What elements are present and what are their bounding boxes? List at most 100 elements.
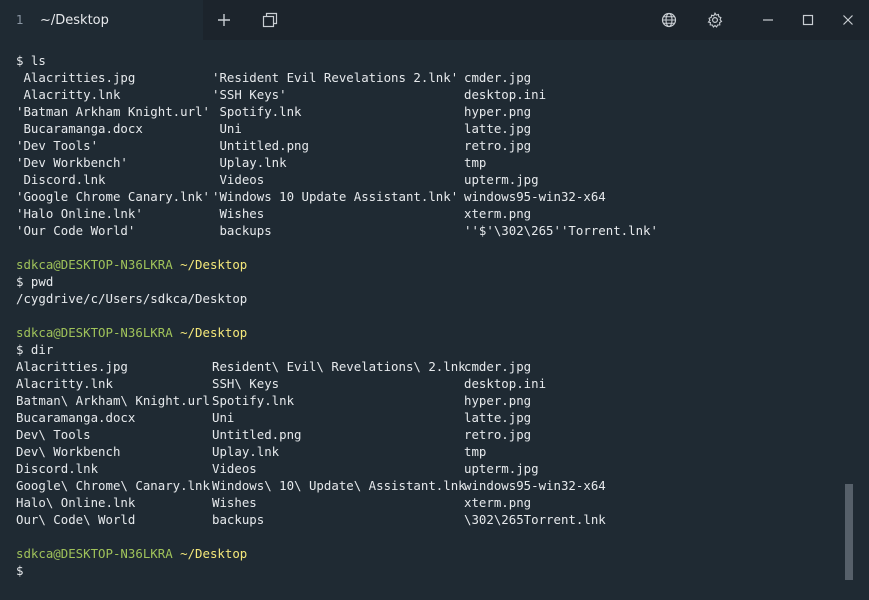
file-entry: tmp bbox=[464, 444, 487, 459]
file-entry: 'Google Chrome Canary.lnk' bbox=[16, 189, 210, 204]
file-entry: 'Resident Evil Revelations 2.lnk' bbox=[212, 70, 459, 85]
file-entry: 'Our Code World' bbox=[16, 223, 136, 238]
file-entry: 'Dev Tools' bbox=[16, 138, 99, 153]
tab-desktop[interactable]: 1 ~/Desktop bbox=[0, 0, 203, 40]
file-entry: Discord.lnk bbox=[16, 461, 99, 476]
file-entry: Untitled.png bbox=[212, 427, 302, 442]
file-entry: 'Dev Workbench' bbox=[16, 155, 128, 170]
file-entry: desktop.ini bbox=[464, 376, 547, 391]
plus-icon[interactable] bbox=[214, 10, 234, 30]
file-entry: Wishes bbox=[212, 206, 265, 221]
title-bar: 1 ~/Desktop bbox=[0, 0, 869, 40]
file-entry: Alacritty.lnk bbox=[16, 376, 113, 391]
command-line: $ pwd bbox=[16, 274, 54, 289]
listing-row: Bucaramanga.docx Uni latte.jpg bbox=[16, 409, 836, 426]
command-line: $ dir bbox=[16, 342, 54, 357]
file-entry: desktop.ini bbox=[464, 87, 547, 102]
file-entry: Uplay.lnk bbox=[212, 155, 287, 170]
file-entry: xterm.png bbox=[464, 206, 532, 221]
file-entry: Bucaramanga.docx bbox=[16, 410, 136, 425]
listing-row: 'Batman Arkham Knight.url' Spotify.lnk hy… bbox=[16, 103, 836, 120]
file-entry: Batman\ Arkham\ Knight.url bbox=[16, 393, 210, 408]
prompt-user-host: sdkca@DESKTOP-N36LKRA bbox=[16, 546, 173, 561]
split-pane-icon[interactable] bbox=[260, 10, 280, 30]
globe-icon[interactable] bbox=[659, 10, 679, 30]
tab-title: ~/Desktop bbox=[40, 12, 109, 28]
file-entry: upterm.jpg bbox=[464, 461, 539, 476]
prompt-line: sdkca@DESKTOP-N36LKRA ~/Desktop bbox=[16, 545, 836, 562]
file-entry: Uplay.lnk bbox=[212, 444, 280, 459]
file-entry: Dev\ Tools bbox=[16, 427, 91, 442]
gear-icon[interactable] bbox=[705, 10, 725, 30]
file-entry: 'SSH Keys' bbox=[212, 87, 287, 102]
file-entry: Spotify.lnk bbox=[212, 393, 295, 408]
file-entry: xterm.png bbox=[464, 495, 532, 510]
dir-output: Alacritties.jpg Resident\ Evil\ Revelatio… bbox=[16, 358, 836, 528]
listing-row: Halo\ Online.lnk Wishes xterm.png bbox=[16, 494, 836, 511]
listing-row: Alacritties.jpg 'Resident Evil Revelation… bbox=[16, 69, 836, 86]
prompt-path: ~/Desktop bbox=[180, 325, 248, 340]
file-entry: ''$'\302\265''Torrent.lnk' bbox=[464, 223, 658, 238]
file-entry: 'Windows 10 Update Assistant.lnk' bbox=[212, 189, 459, 204]
prompt-user-host: sdkca@DESKTOP-N36LKRA bbox=[16, 325, 173, 340]
file-entry: hyper.png bbox=[464, 104, 532, 119]
file-entry: Uni bbox=[212, 121, 242, 136]
scrollbar-thumb[interactable] bbox=[845, 484, 853, 580]
file-entry: upterm.jpg bbox=[464, 172, 539, 187]
file-entry: backups bbox=[212, 223, 272, 238]
file-entry: Videos bbox=[212, 461, 257, 476]
file-entry: Bucaramanga.docx bbox=[16, 121, 143, 136]
listing-row: Dev\ Tools Untitled.png retro.jpg bbox=[16, 426, 836, 443]
tab-index: 1 bbox=[16, 13, 24, 27]
file-entry: \302\265Torrent.lnk bbox=[464, 512, 606, 527]
file-entry: tmp bbox=[464, 155, 487, 170]
prompt-line: sdkca@DESKTOP-N36LKRA ~/Desktop bbox=[16, 256, 836, 273]
file-entry: hyper.png bbox=[464, 393, 532, 408]
file-entry: Discord.lnk bbox=[16, 172, 106, 187]
close-icon[interactable] bbox=[838, 10, 858, 30]
file-entry: windows95-win32-x64 bbox=[464, 478, 606, 493]
file-entry: Untitled.png bbox=[212, 138, 309, 153]
maximize-icon[interactable] bbox=[798, 10, 818, 30]
file-entry: Wishes bbox=[212, 495, 257, 510]
file-entry: retro.jpg bbox=[464, 427, 532, 442]
prompt-user-host: sdkca@DESKTOP-N36LKRA bbox=[16, 257, 173, 272]
listing-row: 'Dev Workbench' Uplay.lnk tmp bbox=[16, 154, 836, 171]
file-entry: latte.jpg bbox=[464, 121, 532, 136]
ls-output: Alacritties.jpg 'Resident Evil Revelation… bbox=[16, 69, 836, 239]
file-entry: SSH\ Keys bbox=[212, 376, 280, 391]
prompt-path: ~/Desktop bbox=[180, 546, 248, 561]
listing-row: 'Halo Online.lnk' Wishes xterm.png bbox=[16, 205, 836, 222]
listing-row: 'Google Chrome Canary.lnk' 'Windows 10 Up… bbox=[16, 188, 836, 205]
file-entry: Windows\ 10\ Update\ Assistant.lnk bbox=[212, 478, 466, 493]
listing-row: Bucaramanga.docx Uni latte.jpg bbox=[16, 120, 836, 137]
file-entry: cmder.jpg bbox=[464, 70, 532, 85]
file-entry: Alacritties.jpg bbox=[16, 359, 128, 374]
file-entry: latte.jpg bbox=[464, 410, 532, 425]
file-entry: Resident\ Evil\ Revelations\ 2.lnk bbox=[212, 359, 466, 374]
prompt-path: ~/Desktop bbox=[180, 257, 248, 272]
file-entry: backups bbox=[212, 512, 265, 527]
current-prompt[interactable]: $ bbox=[16, 562, 836, 579]
file-entry: Our\ Code\ World bbox=[16, 512, 136, 527]
command-line: $ ls bbox=[16, 53, 46, 68]
prompt-line: sdkca@DESKTOP-N36LKRA ~/Desktop bbox=[16, 324, 836, 341]
listing-row: Alacritty.lnk SSH\ Keys desktop.ini bbox=[16, 375, 836, 392]
listing-row: 'Our Code World' backups ''$'\302\265''To… bbox=[16, 222, 836, 239]
listing-row: Dev\ Workbench Uplay.lnk tmp bbox=[16, 443, 836, 460]
terminal-window: 1 ~/Desktop $ ls Alacritties.jpg 'Reside… bbox=[0, 0, 869, 600]
file-entry: Halo\ Online.lnk bbox=[16, 495, 136, 510]
minimize-icon[interactable] bbox=[758, 10, 778, 30]
file-entry: Dev\ Workbench bbox=[16, 444, 121, 459]
listing-row: Discord.lnk Videos upterm.jpg bbox=[16, 460, 836, 477]
listing-row: Our\ Code\ World backups \302\265Torrent.l… bbox=[16, 511, 836, 528]
listing-row: 'Dev Tools' Untitled.png retro.jpg bbox=[16, 137, 836, 154]
terminal-output[interactable]: $ ls Alacritties.jpg 'Resident Evil Revel… bbox=[16, 52, 836, 592]
listing-row: Google\ Chrome\ Canary.lnk Windows\ 10\ U… bbox=[16, 477, 836, 494]
listing-row: Batman\ Arkham\ Knight.url Spotify.lnk hyp… bbox=[16, 392, 836, 409]
file-entry: Alacritties.jpg bbox=[16, 70, 136, 85]
listing-row: Alacritties.jpg Resident\ Evil\ Revelatio… bbox=[16, 358, 836, 375]
